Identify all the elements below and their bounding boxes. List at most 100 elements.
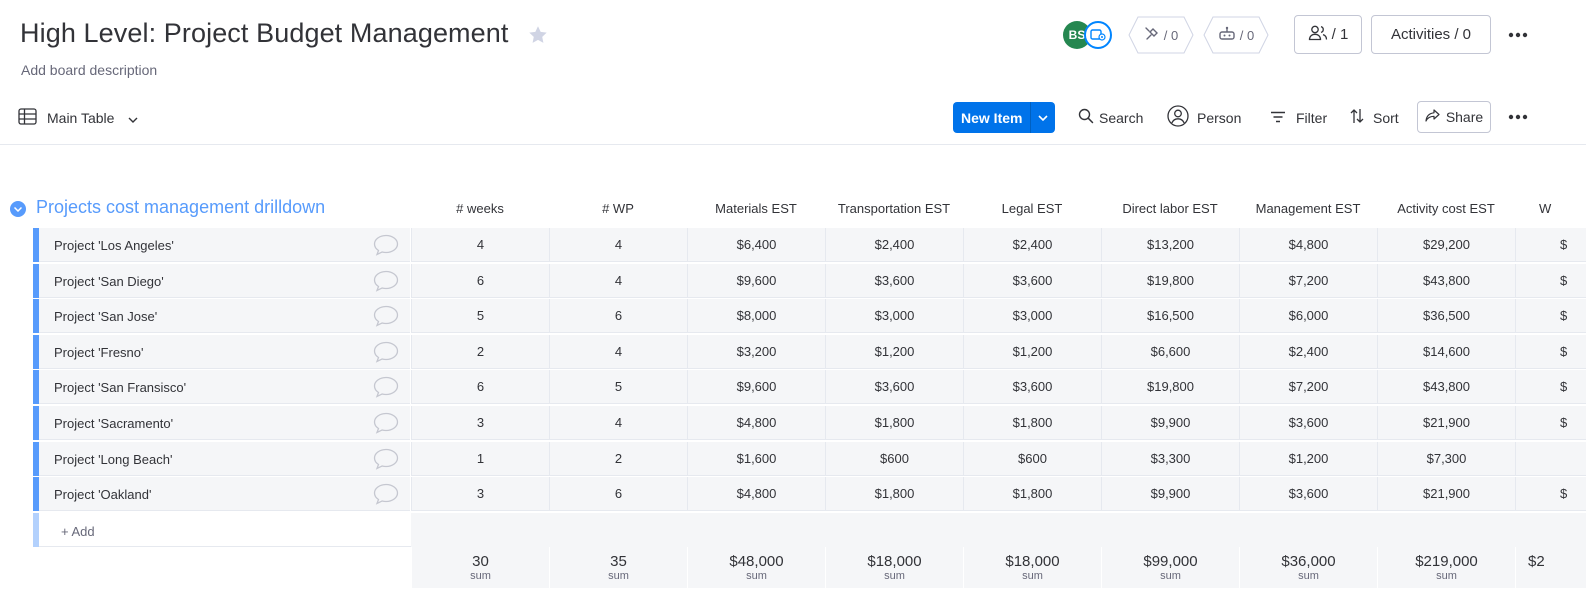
table-cell[interactable]: $	[1515, 477, 1586, 512]
board-more-icon[interactable]	[1506, 23, 1530, 47]
table-row[interactable]: Project 'Long Beach' 1 2 $1,600 $600 $600 $3,3…	[33, 441, 1586, 476]
column-header[interactable]: Materials EST	[687, 201, 825, 217]
table-cell[interactable]: 6	[411, 263, 549, 298]
table-cell[interactable]: $3,600	[963, 263, 1101, 298]
column-header[interactable]: # weeks	[411, 201, 549, 217]
table-cell[interactable]: $6,600	[1101, 334, 1239, 369]
column-header[interactable]: Legal EST	[963, 201, 1101, 217]
column-header[interactable]: Management EST	[1239, 201, 1377, 217]
chat-bubble-icon[interactable]	[373, 270, 399, 292]
table-row[interactable]: Project 'Fresno' 2 4 $3,200 $1,200 $1,200 $6,6…	[33, 334, 1586, 369]
table-cell[interactable]: $600	[963, 441, 1101, 476]
item-name-cell[interactable]: Project 'Sacramento'	[39, 406, 410, 440]
table-cell[interactable]: $14,600	[1377, 334, 1515, 369]
table-cell[interactable]: $4,800	[687, 406, 825, 440]
chat-bubble-icon[interactable]	[373, 412, 399, 434]
item-name[interactable]: Project 'San Diego'	[54, 274, 164, 289]
filter-button[interactable]: Filter	[1270, 104, 1327, 131]
table-row[interactable]: Project 'San Diego' 6 4 $9,600 $3,600 $3,600 $…	[33, 263, 1586, 298]
table-cell[interactable]: $19,800	[1101, 370, 1239, 405]
table-cell[interactable]: $600	[825, 441, 963, 476]
table-cell[interactable]: $1,800	[825, 406, 963, 440]
table-cell[interactable]: 4	[411, 228, 549, 262]
column-summary[interactable]: $2sum	[1515, 547, 1586, 588]
table-cell[interactable]: $1,800	[825, 477, 963, 512]
table-cell[interactable]: $4,800	[687, 477, 825, 512]
table-cell[interactable]: $3,600	[825, 370, 963, 405]
table-cell[interactable]: $2,400	[963, 228, 1101, 262]
item-name-cell[interactable]: Project 'San Jose'	[39, 299, 410, 334]
column-header[interactable]: Transportation EST	[825, 201, 963, 217]
table-row[interactable]: Project 'Los Angeles' 4 4 $6,400 $2,400 $2,40…	[33, 228, 1586, 262]
table-cell[interactable]: 6	[549, 477, 687, 512]
table-cell[interactable]: $1,600	[687, 441, 825, 476]
table-cell[interactable]: $	[1515, 406, 1586, 440]
table-cell[interactable]: $6,000	[1239, 299, 1377, 334]
table-cell[interactable]: $	[1515, 334, 1586, 369]
group-title[interactable]: Projects cost management drilldown	[36, 197, 325, 218]
column-header[interactable]: Direct labor EST	[1101, 201, 1239, 217]
integrations-button[interactable]: / 0	[1128, 16, 1194, 54]
table-cell[interactable]: $6,400	[687, 228, 825, 262]
table-cell[interactable]: $21,900	[1377, 406, 1515, 440]
item-name[interactable]: Project 'San Jose'	[54, 309, 157, 324]
table-cell[interactable]: $43,800	[1377, 263, 1515, 298]
board-description[interactable]: Add board description	[21, 62, 157, 78]
table-cell[interactable]: $7,300	[1377, 441, 1515, 476]
item-name[interactable]: Project 'Los Angeles'	[54, 238, 174, 253]
table-cell[interactable]: 2	[549, 441, 687, 476]
table-cell[interactable]: $3,000	[963, 299, 1101, 334]
members-button[interactable]: / 1	[1294, 15, 1362, 54]
chat-bubble-icon[interactable]	[373, 483, 399, 505]
person-filter-button[interactable]: Person	[1167, 104, 1241, 131]
table-cell[interactable]: $9,900	[1101, 406, 1239, 440]
table-cell[interactable]: $1,800	[963, 406, 1101, 440]
table-cell[interactable]: $7,200	[1239, 263, 1377, 298]
board-title[interactable]: High Level: Project Budget Management	[20, 18, 509, 49]
table-cell[interactable]: $1,200	[825, 334, 963, 369]
table-cell[interactable]: 6	[411, 370, 549, 405]
guest-avatar-icon[interactable]	[1084, 21, 1112, 49]
table-cell[interactable]: $9,600	[687, 263, 825, 298]
table-cell[interactable]: $9,600	[687, 370, 825, 405]
item-name-cell[interactable]: Project 'Long Beach'	[39, 441, 410, 476]
item-name-cell[interactable]: Project 'San Diego'	[39, 263, 410, 298]
column-header[interactable]: Activity cost EST	[1377, 201, 1515, 217]
table-cell[interactable]: 3	[411, 406, 549, 440]
table-cell[interactable]: $3,600	[825, 263, 963, 298]
table-row[interactable]: Project 'Oakland' 3 6 $4,800 $1,800 $1,800 $9,…	[33, 477, 1586, 512]
table-cell[interactable]: $3,600	[1239, 406, 1377, 440]
star-icon[interactable]	[527, 24, 549, 46]
item-name[interactable]: Project 'Fresno'	[54, 345, 144, 360]
table-cell[interactable]: $3,200	[687, 334, 825, 369]
table-cell[interactable]: $13,200	[1101, 228, 1239, 262]
column-summary[interactable]: $99,000 sum	[1101, 547, 1239, 588]
table-cell[interactable]: $3,600	[1239, 477, 1377, 512]
table-cell[interactable]: 2	[411, 334, 549, 369]
automations-button[interactable]: / 0	[1203, 16, 1269, 54]
table-cell[interactable]: $7,200	[1239, 370, 1377, 405]
item-name[interactable]: Project 'Sacramento'	[54, 416, 173, 431]
table-cell[interactable]: 5	[411, 299, 549, 334]
chat-bubble-icon[interactable]	[373, 341, 399, 363]
table-cell[interactable]: $16,500	[1101, 299, 1239, 334]
column-header[interactable]: # WP	[549, 201, 687, 217]
table-cell[interactable]: 4	[549, 406, 687, 440]
table-cell[interactable]: $3,600	[963, 370, 1101, 405]
table-cell[interactable]: 6	[549, 299, 687, 334]
search-button[interactable]: Search	[1078, 104, 1143, 131]
table-row[interactable]: Project 'San Jose' 5 6 $8,000 $3,000 $3,000 $1…	[33, 299, 1586, 334]
view-selector[interactable]: Main Table	[18, 104, 138, 131]
table-row[interactable]: Project 'Sacramento' 3 4 $4,800 $1,800 $1,800…	[33, 406, 1586, 440]
table-cell[interactable]: 3	[411, 477, 549, 512]
table-cell[interactable]: $21,900	[1377, 477, 1515, 512]
table-cell[interactable]: 4	[549, 263, 687, 298]
table-cell[interactable]: $2,400	[1239, 334, 1377, 369]
chat-bubble-icon[interactable]	[373, 448, 399, 470]
column-summary[interactable]: 30 sum	[411, 547, 549, 588]
table-cell[interactable]	[1515, 441, 1586, 476]
table-cell[interactable]: $	[1515, 263, 1586, 298]
group-collapse-icon[interactable]	[10, 201, 26, 217]
table-cell[interactable]: 4	[549, 334, 687, 369]
table-row[interactable]: Project 'San Fransisco' 6 5 $9,600 $3,600 $3,…	[33, 370, 1586, 405]
